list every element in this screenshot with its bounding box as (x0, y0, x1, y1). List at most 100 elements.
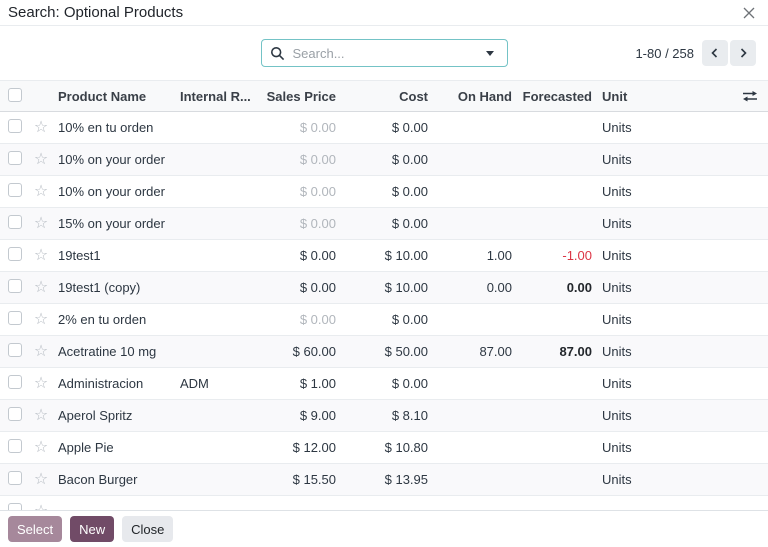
cost-cell: $ 0.00 (391, 184, 428, 199)
product-name-cell[interactable]: 15% on your order (54, 216, 176, 231)
favorite-star-icon[interactable]: ☆ (34, 119, 48, 136)
column-header-unit[interactable]: Unit (598, 89, 732, 104)
row-checkbox-cell (0, 215, 28, 232)
favorite-star-icon[interactable]: ☆ (34, 247, 48, 264)
row-checkbox[interactable] (8, 471, 22, 485)
search-input[interactable] (290, 44, 481, 62)
favorite-star-icon[interactable]: ☆ (34, 215, 48, 232)
favorite-star-icon[interactable]: ☆ (34, 375, 48, 392)
row-checkbox[interactable] (8, 439, 22, 453)
new-button[interactable]: New (70, 516, 115, 542)
close-dialog-button[interactable] (738, 2, 760, 24)
row-checkbox-cell (0, 407, 28, 424)
pager-previous-button[interactable] (702, 40, 728, 66)
row-checkbox[interactable] (8, 151, 22, 165)
cost-cell: $ 0.00 (391, 152, 428, 167)
table-row[interactable]: ☆ 15% on your order $ 0.00 $ 0.00 Units (0, 208, 768, 240)
row-checkbox-cell (0, 375, 28, 392)
column-header-sales-price[interactable]: Sales Price (261, 89, 342, 104)
table-row[interactable]: ☆ 19test1 $ 0.00 $ 10.00 1.00 -1.00 Unit… (0, 240, 768, 272)
product-name-cell[interactable]: Aperol Spritz (54, 408, 176, 423)
row-checkbox[interactable] (8, 183, 22, 197)
table-row[interactable]: ☆ 10% on your order $ 0.00 $ 0.00 Units (0, 144, 768, 176)
table-row[interactable]: ☆ Aperol Spritz $ 9.00 $ 8.10 Units (0, 400, 768, 432)
product-name-cell[interactable]: 19test1 (copy) (54, 280, 176, 295)
row-checkbox[interactable] (8, 279, 22, 293)
unit-cell: Units (602, 440, 632, 455)
close-button[interactable]: Close (122, 516, 174, 542)
sales-price-cell: $ 0.00 (299, 312, 336, 327)
dialog-title: Search: Optional Products (8, 4, 184, 21)
pager-next-button[interactable] (730, 40, 756, 66)
unit-cell: Units (602, 280, 632, 295)
row-checkbox[interactable] (8, 247, 22, 261)
product-name-cell[interactable]: Apple Pie (54, 440, 176, 455)
close-icon (742, 6, 756, 20)
favorite-star-icon[interactable]: ☆ (34, 439, 48, 456)
row-checkbox[interactable] (8, 375, 22, 389)
favorite-star-icon[interactable]: ☆ (34, 279, 48, 296)
on-hand-cell: 87.00 (479, 344, 512, 359)
adjust-columns-button[interactable] (742, 89, 758, 103)
product-name-cell[interactable]: 10% on your order (54, 184, 176, 199)
product-name-cell[interactable]: 10% en tu orden (54, 120, 176, 135)
product-name-cell[interactable]: 10% on your order (54, 152, 176, 167)
sales-price-cell: $ 0.00 (299, 152, 336, 167)
sales-price-cell: $ 0.00 (299, 120, 336, 135)
favorite-star-icon[interactable]: ☆ (34, 151, 48, 168)
row-checkbox[interactable] (8, 311, 22, 325)
row-checkbox[interactable] (8, 119, 22, 133)
favorite-star-icon[interactable]: ☆ (34, 311, 48, 328)
row-checkbox[interactable] (8, 343, 22, 357)
row-checkbox[interactable] (8, 407, 22, 421)
search-dropdown-button[interactable] (481, 40, 499, 66)
table-row[interactable]: ☆ 10% en tu orden $ 0.00 $ 0.00 Units (0, 112, 768, 144)
row-checkbox[interactable] (8, 503, 22, 510)
cost-cell: $ 50.00 (384, 344, 428, 359)
select-all-checkbox[interactable] (8, 87, 22, 102)
favorite-cell: ☆ (28, 407, 54, 424)
product-name-cell[interactable]: 2% en tu orden (54, 312, 176, 327)
unit-cell: Units (602, 152, 632, 167)
favorite-star-icon[interactable]: ☆ (34, 183, 48, 200)
chevron-left-icon (709, 47, 721, 59)
dialog-titlebar: Search: Optional Products (0, 0, 768, 26)
unit-cell: Units (602, 472, 632, 487)
favorite-cell: ☆ (28, 279, 54, 296)
table-row[interactable]: ☆ (0, 496, 768, 510)
product-name-cell[interactable]: Bacon Burger (54, 472, 176, 487)
row-checkbox-cell (0, 503, 28, 510)
favorite-star-icon[interactable]: ☆ (34, 471, 48, 488)
column-header-product-name[interactable]: Product Name (54, 89, 176, 104)
select-button[interactable]: Select (8, 516, 63, 542)
row-checkbox[interactable] (8, 215, 22, 229)
table-row[interactable]: ☆ 10% on your order $ 0.00 $ 0.00 Units (0, 176, 768, 208)
column-header-cost[interactable]: Cost (342, 89, 434, 104)
control-bar: 1-80 / 258 (0, 26, 768, 80)
favorite-cell: ☆ (28, 439, 54, 456)
search-box[interactable] (260, 39, 508, 67)
favorite-star-icon[interactable]: ☆ (34, 407, 48, 424)
column-header-on-hand[interactable]: On Hand (434, 89, 518, 104)
product-name-cell[interactable]: Acetratine 10 mg (54, 344, 176, 359)
product-name-cell[interactable]: Administracion (54, 376, 176, 391)
column-header-forecasted[interactable]: Forecasted (518, 89, 598, 104)
column-options-cell (732, 89, 768, 103)
sales-price-cell: $ 0.00 (299, 184, 336, 199)
sales-price-cell: $ 0.00 (299, 216, 336, 231)
table-row[interactable]: ☆ Bacon Burger $ 15.50 $ 13.95 Units (0, 464, 768, 496)
table-row[interactable]: ☆ Acetratine 10 mg $ 60.00 $ 50.00 87.00… (0, 336, 768, 368)
dialog-footer: Select New Close (0, 510, 768, 547)
table-row[interactable]: ☆ Administracion ADM $ 1.00 $ 0.00 Units (0, 368, 768, 400)
favorite-star-icon[interactable]: ☆ (34, 343, 48, 360)
table-row[interactable]: ☆ 2% en tu orden $ 0.00 $ 0.00 Units (0, 304, 768, 336)
pager-range: 1-80 / 258 (635, 45, 694, 61)
on-hand-cell: 0.00 (486, 280, 512, 295)
unit-cell: Units (602, 376, 632, 391)
column-header-internal-reference[interactable]: Internal R... (176, 89, 261, 104)
on-hand-cell: 1.00 (486, 248, 512, 263)
table-row[interactable]: ☆ Apple Pie $ 12.00 $ 10.80 Units (0, 432, 768, 464)
table-row[interactable]: ☆ 19test1 (copy) $ 0.00 $ 10.00 0.00 0.0… (0, 272, 768, 304)
favorite-cell: ☆ (28, 183, 54, 200)
product-name-cell[interactable]: 19test1 (54, 248, 176, 263)
